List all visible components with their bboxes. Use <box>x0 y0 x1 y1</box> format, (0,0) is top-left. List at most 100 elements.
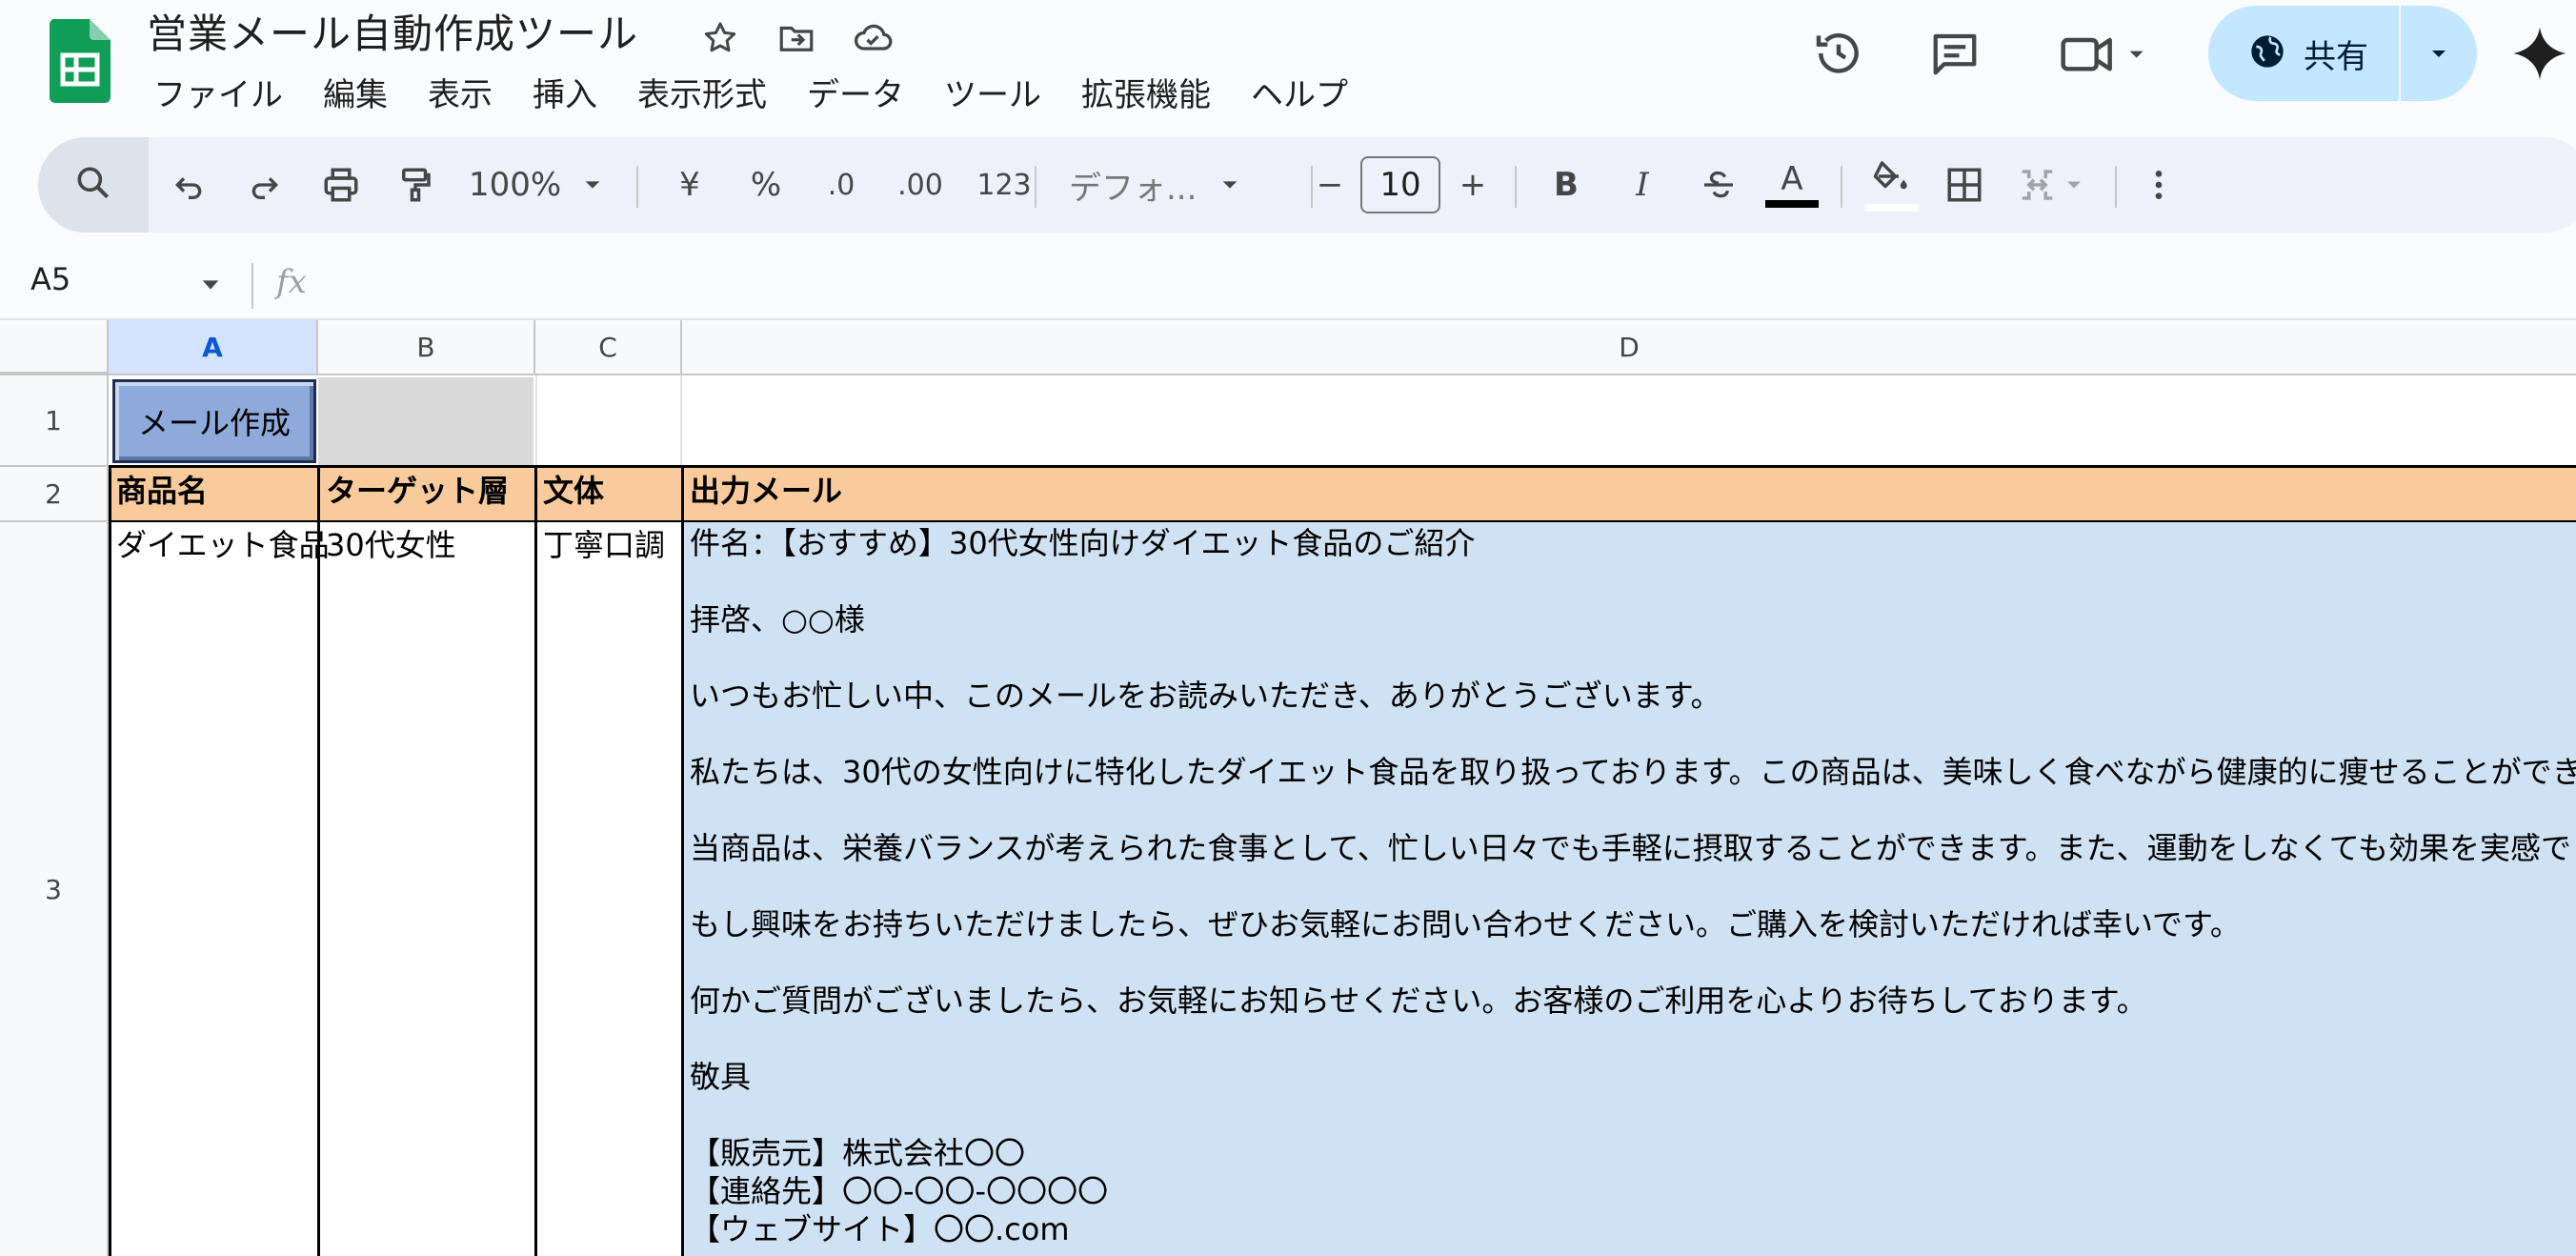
gemini-sparkle-icon[interactable] <box>2506 19 2574 88</box>
move-folder-icon[interactable] <box>774 15 819 61</box>
bold-button[interactable]: B <box>1538 151 1595 219</box>
globe-icon <box>2248 32 2286 74</box>
font-size-decrease-button[interactable]: − <box>1301 151 1358 219</box>
increase-decimal-label: .00 <box>897 168 943 202</box>
cell-a3-product[interactable]: ダイエット食品 <box>109 522 330 568</box>
font-size-increase-button[interactable]: + <box>1444 151 1501 219</box>
version-history-icon[interactable] <box>1804 19 1873 88</box>
email-greeting: 拝啓、○○様 <box>690 601 865 638</box>
spreadsheet-grid[interactable]: A B C D 1 2 3 メール作成 商品名 ターゲット層 文体 出力メール … <box>0 320 2576 1256</box>
cell-c3-style[interactable]: 丁寧口調 <box>535 522 682 568</box>
table-border <box>317 465 320 1256</box>
email-signature-website: 【ウェブサイト】〇〇.com <box>690 1211 1070 1247</box>
share-label: 共有 <box>2304 37 2368 76</box>
share-main[interactable]: 共有 <box>2208 6 2399 101</box>
email-subject: 件名：【おすすめ】30代女性向けダイエット食品のご紹介 <box>690 525 1476 561</box>
text-color-swatch <box>1765 200 1819 208</box>
column-header-c[interactable]: C <box>535 320 682 375</box>
table-border <box>681 465 684 1256</box>
name-box[interactable]: A5 <box>30 261 70 297</box>
create-mail-button[interactable]: メール作成 <box>112 379 316 463</box>
cell-c2-header[interactable]: 文体 <box>535 465 682 522</box>
merge-cells-icon[interactable] <box>2008 151 2100 219</box>
menu-file[interactable]: ファイル <box>133 69 303 122</box>
search-menus-button[interactable] <box>38 137 149 233</box>
column-header-b[interactable]: B <box>318 320 535 375</box>
font-size-input[interactable]: 10 <box>1360 156 1440 213</box>
select-all-corner[interactable] <box>0 320 109 375</box>
name-box-chevron-down-icon[interactable] <box>200 274 221 299</box>
menu-help[interactable]: ヘルプ <box>1231 69 1368 122</box>
font-family-value: デフォ... <box>1069 169 1197 208</box>
cell-d3-output-email[interactable]: 件名：【おすすめ】30代女性向けダイエット食品のご紹介 拝啓、○○様 いつもお忙… <box>682 522 2576 1256</box>
text-color-button[interactable]: A <box>1759 151 1825 219</box>
font-family-select[interactable]: デフォ... <box>1057 151 1305 219</box>
print-icon[interactable] <box>312 151 370 219</box>
chevron-down-icon <box>1219 166 1240 204</box>
cloud-saved-icon[interactable] <box>850 15 896 61</box>
email-closing: 敬具 <box>690 1059 752 1095</box>
formula-input[interactable] <box>333 263 2553 309</box>
more-options-icon[interactable] <box>2130 151 2187 219</box>
fill-color-swatch <box>1865 203 1919 212</box>
undo-icon[interactable] <box>160 151 217 219</box>
text-color-glyph: A <box>1781 160 1803 198</box>
italic-button[interactable]: I <box>1614 151 1671 219</box>
search-icon <box>72 162 114 208</box>
row-header-2[interactable]: 2 <box>0 467 109 522</box>
percent-format-button[interactable]: % <box>737 151 795 219</box>
cell-b3-target[interactable]: 30代女性 <box>318 522 535 568</box>
borders-icon[interactable] <box>1936 151 1993 219</box>
redo-icon[interactable] <box>236 151 293 219</box>
document-title[interactable]: 営業メール自動作成ツール <box>147 8 638 61</box>
cell-b1[interactable] <box>318 377 533 465</box>
toolbar-divider <box>1841 166 1842 208</box>
paint-bucket-icon <box>1872 159 1912 202</box>
table-border <box>109 465 111 1256</box>
comments-icon[interactable] <box>1921 19 1989 88</box>
email-paragraph: いつもお忙しい中、このメールをお読みいただき、ありがとうございます。 <box>690 678 1721 714</box>
row-header-1[interactable]: 1 <box>0 375 109 467</box>
share-dropdown-icon[interactable] <box>2401 6 2477 101</box>
email-paragraph: 当商品は、栄養バランスが考えられた食事として、忙しい日々でも手軽に摂取することが… <box>690 830 2576 866</box>
cell-d2-header[interactable]: 出力メール <box>682 465 2576 522</box>
toolbar-divider <box>1035 166 1036 208</box>
cell-a2-header[interactable]: 商品名 <box>109 465 318 522</box>
column-header-a[interactable]: A <box>109 320 318 375</box>
menu-tools[interactable]: ツール <box>924 69 1061 122</box>
menu-insert[interactable]: 挿入 <box>513 69 617 122</box>
currency-format-button[interactable]: ¥ <box>661 151 718 219</box>
sheets-window: 営業メール自動作成ツール ファイル 編集 表示 挿入 表示形式 データ ツール … <box>0 0 2576 1256</box>
menu-view[interactable]: 表示 <box>408 69 513 122</box>
zoom-value: 100% <box>469 166 562 204</box>
toolbar-divider <box>1515 166 1517 208</box>
toolbar-divider <box>2115 166 2117 208</box>
zoom-select[interactable]: 100% <box>461 151 604 219</box>
fill-color-button[interactable] <box>1856 151 1928 219</box>
menu-edit[interactable]: 編集 <box>303 69 408 122</box>
fx-icon: fx <box>276 263 307 301</box>
menu-extensions[interactable]: 拡張機能 <box>1061 69 1231 122</box>
share-button[interactable]: 共有 <box>2208 6 2477 101</box>
column-header-d[interactable]: D <box>682 320 2576 375</box>
menu-bar: ファイル 編集 表示 挿入 表示形式 データ ツール 拡張機能 ヘルプ <box>133 69 1368 122</box>
strikethrough-icon[interactable] <box>1690 151 1747 219</box>
meet-video-icon[interactable] <box>2048 19 2163 88</box>
menu-data[interactable]: データ <box>787 69 924 122</box>
row-header-3[interactable]: 3 <box>0 522 109 1256</box>
sheets-logo-icon[interactable] <box>49 19 111 103</box>
increase-decimal-button[interactable]: .00 <box>882 151 958 219</box>
table-border <box>534 465 537 1256</box>
more-formats-button[interactable]: 123 <box>966 151 1042 219</box>
decrease-decimal-button[interactable]: .0 <box>808 151 875 219</box>
email-signature-seller: 【販売元】株式会社〇〇 <box>690 1135 1026 1171</box>
paint-format-icon[interactable] <box>387 151 444 219</box>
cell-b2-header[interactable]: ターゲット層 <box>318 465 535 522</box>
star-icon[interactable] <box>697 15 743 61</box>
gridline <box>680 375 682 467</box>
chevron-down-icon <box>582 166 603 204</box>
gridline <box>535 375 537 467</box>
menu-format[interactable]: 表示形式 <box>617 69 787 122</box>
email-paragraph: 私たちは、30代の女性向けに特化したダイエット食品を取り扱っております。この商品… <box>690 754 2576 790</box>
decrease-decimal-label: .0 <box>827 168 855 202</box>
